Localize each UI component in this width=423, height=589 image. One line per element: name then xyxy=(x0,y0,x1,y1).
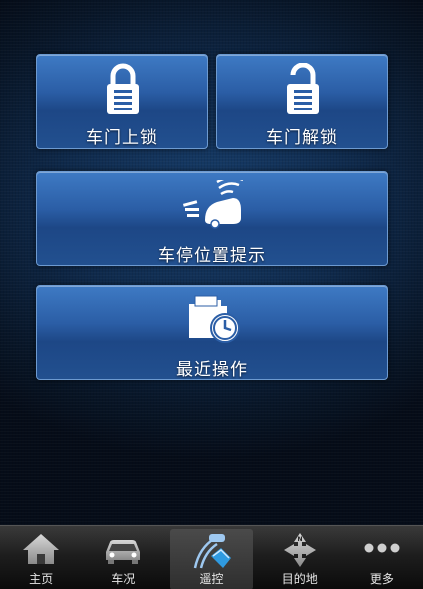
home-icon xyxy=(23,534,60,564)
recent-operations-button[interactable]: 最近操作 xyxy=(36,285,388,380)
tab-vehicle-status-label: 车况 xyxy=(111,572,136,586)
tab-bar: 主页 车况 遥控 N 目的地 更多 xyxy=(0,525,423,589)
car-location-button[interactable]: 车停位置提示 xyxy=(36,171,388,266)
tab-remote-control[interactable]: 遥控 xyxy=(170,529,253,589)
lock-doors-button[interactable]: 车门上锁 xyxy=(36,54,208,149)
tab-home-label: 主页 xyxy=(29,572,54,586)
tab-destination-label: 目的地 xyxy=(281,572,318,586)
tab-destination[interactable]: N 目的地 xyxy=(259,526,341,589)
tab-remote-control-label: 遥控 xyxy=(199,572,224,586)
car-icon xyxy=(106,540,141,564)
unlock-doors-button[interactable]: 车门解锁 xyxy=(216,54,388,149)
navigation-icon: N xyxy=(283,533,316,567)
remote-control-icon xyxy=(193,534,231,569)
car-alert-icon xyxy=(182,180,243,229)
padlock-locked-icon xyxy=(107,63,139,114)
lock-doors-label: 车门上锁 xyxy=(86,128,158,148)
recent-operations-label: 最近操作 xyxy=(176,360,248,380)
tab-more[interactable]: 更多 xyxy=(341,526,423,589)
more-dots-icon xyxy=(364,543,400,553)
car-location-label: 车停位置提示 xyxy=(158,246,266,266)
unlock-doors-label: 车门解锁 xyxy=(266,128,338,148)
tab-more-label: 更多 xyxy=(369,572,394,586)
svg-text:N: N xyxy=(297,536,302,543)
folder-clock-icon xyxy=(189,295,240,343)
tab-home[interactable]: 主页 xyxy=(0,526,82,589)
tab-vehicle-status[interactable]: 车况 xyxy=(82,526,164,589)
padlock-unlocked-icon xyxy=(287,63,319,114)
